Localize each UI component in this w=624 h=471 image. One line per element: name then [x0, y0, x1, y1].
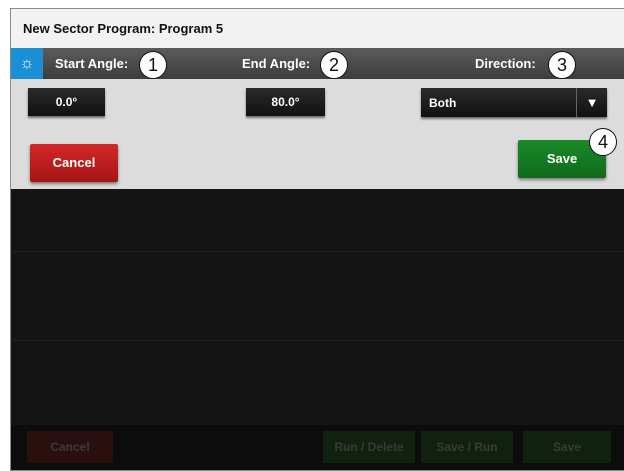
gear-icon[interactable]: ☼	[11, 48, 43, 79]
footer-cancel-button: Cancel	[27, 431, 113, 463]
background-footer: Cancel Run / Delete Save / Run Save	[11, 425, 624, 470]
footer-save-run-button: Save / Run	[421, 431, 513, 463]
dropdown-arrow-icon[interactable]: ▼	[576, 88, 607, 117]
direction-select[interactable]: Both ▼	[421, 88, 607, 117]
cancel-button[interactable]: Cancel	[30, 144, 118, 182]
callout-2: 2	[320, 51, 348, 79]
callout-4: 4	[589, 128, 617, 156]
footer-save-button: Save	[523, 431, 611, 463]
end-angle-label: End Angle:	[242, 56, 311, 71]
callout-1: 1	[139, 51, 167, 79]
title-bar: New Sector Program: Program 5	[11, 9, 624, 49]
footer-run-delete-button: Run / Delete	[323, 431, 415, 463]
sector-program-dialog: New Sector Program: Program 5 ☼ Start An…	[10, 8, 624, 471]
background-program-list	[11, 189, 624, 425]
end-angle-field[interactable]: 80.0°	[246, 88, 325, 116]
callout-3: 3	[548, 51, 576, 79]
direction-value: Both	[429, 96, 457, 110]
dialog-title: New Sector Program: Program 5	[23, 21, 224, 36]
list-divider	[11, 340, 624, 341]
start-angle-label: Start Angle:	[55, 56, 129, 71]
input-panel: 0.0° 80.0° Both ▼ Cancel Save	[11, 79, 624, 189]
direction-label: Direction:	[475, 56, 536, 71]
list-divider	[11, 251, 624, 252]
field-header-bar: ☼ Start Angle: End Angle: Direction:	[11, 48, 624, 79]
start-angle-field[interactable]: 0.0°	[28, 88, 105, 116]
